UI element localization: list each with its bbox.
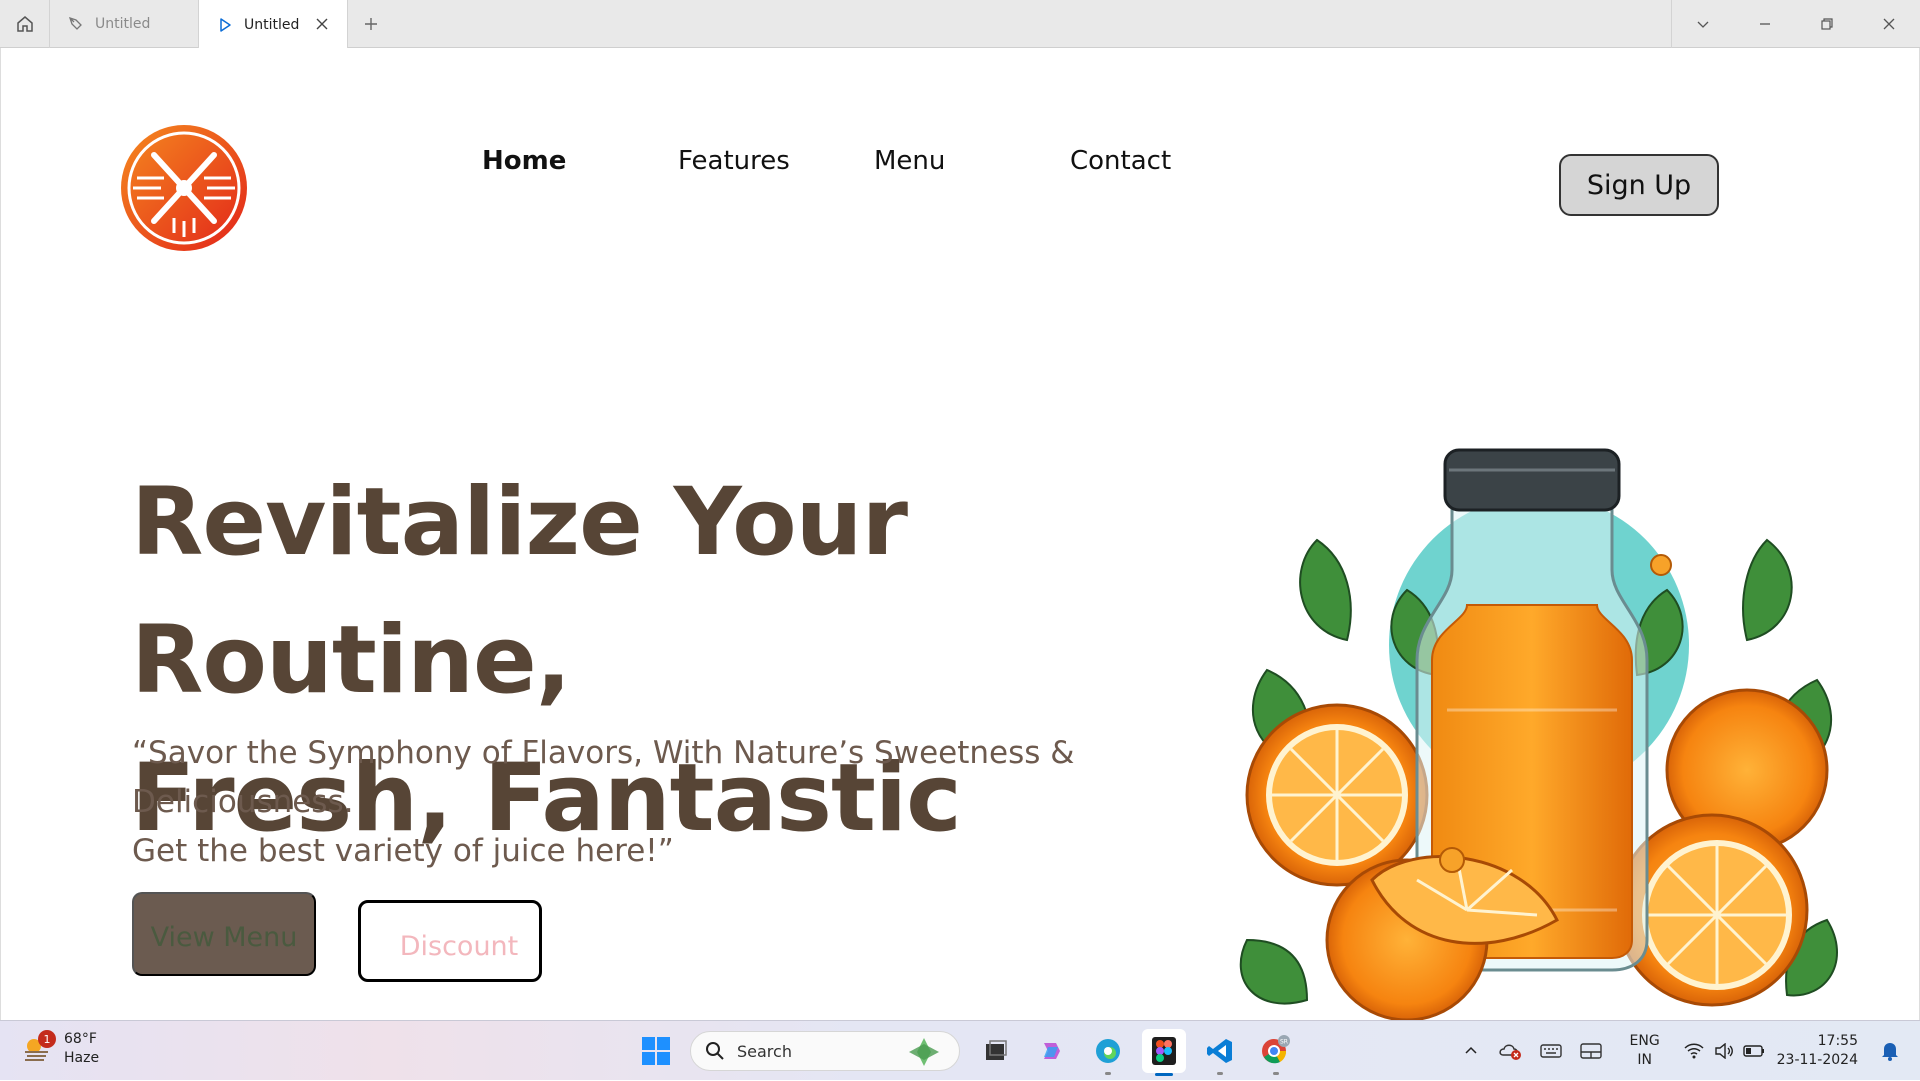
restore-icon[interactable] <box>1796 0 1858 48</box>
region-code: IN <box>1637 1052 1652 1068</box>
nav-home[interactable]: Home <box>482 146 566 176</box>
notification-bell-icon[interactable] <box>1870 1031 1910 1071</box>
close-window-icon[interactable] <box>1858 0 1920 48</box>
nav-features[interactable]: Features <box>678 146 790 176</box>
taskbar-apps: Search SR <box>634 1027 1310 1076</box>
window-controls <box>1671 0 1920 48</box>
edge-browser-icon[interactable] <box>1086 1029 1130 1075</box>
language-code: ENG <box>1629 1033 1660 1049</box>
juice-bottle-illustration <box>1227 440 1857 1020</box>
minimize-icon[interactable] <box>1734 0 1796 48</box>
home-icon[interactable] <box>0 0 50 48</box>
tab-label: Untitled <box>244 16 300 33</box>
new-tab-icon[interactable] <box>360 13 382 35</box>
tab-untitled-2[interactable]: Untitled <box>199 0 348 49</box>
hero-subtitle: “Savor the Symphony of Flavors, With Nat… <box>132 729 1232 876</box>
task-view-icon[interactable] <box>974 1029 1018 1073</box>
search-icon <box>705 1041 725 1061</box>
language-indicator[interactable]: ENG IN <box>1617 1032 1673 1070</box>
weather-haze-icon: 1 <box>22 1030 56 1064</box>
vscode-icon[interactable] <box>1198 1029 1242 1075</box>
tab-untitled-1[interactable]: Untitled <box>50 0 199 48</box>
nav-menu[interactable]: Menu <box>874 146 945 176</box>
close-tab-icon[interactable] <box>313 15 331 33</box>
volume-icon[interactable] <box>1709 1031 1739 1071</box>
play-icon <box>216 16 234 34</box>
view-menu-button[interactable]: View Menu <box>132 892 316 976</box>
weather-temp: 68°F <box>64 1031 97 1047</box>
search-placeholder: Search <box>737 1041 792 1061</box>
discount-button[interactable]: Discount <box>358 900 542 982</box>
windows-start-icon[interactable] <box>634 1029 678 1073</box>
chrome-icon[interactable]: SR <box>1254 1029 1298 1075</box>
taskbar-search-box[interactable]: Search <box>690 1031 960 1071</box>
keyboard-icon[interactable] <box>1531 1031 1571 1071</box>
tablet-icon[interactable] <box>1571 1031 1611 1071</box>
hero-title-line-1: Revitalize Your Routine, <box>131 468 908 715</box>
search-highlight-icon <box>899 1034 949 1074</box>
clock[interactable]: 17:55 23-11-2024 <box>1777 1032 1858 1070</box>
web-page: Home Features Menu Contact Sign Up Revit… <box>0 48 1920 1020</box>
weather-widget[interactable]: 1 68°F Haze <box>22 1030 99 1068</box>
hero-subtitle-line-2: Get the best variety of juice here!” <box>132 833 674 869</box>
clock-date: 23-11-2024 <box>1776 1052 1858 1068</box>
system-tray: ENG IN 17:55 23-11-2024 <box>1451 1021 1920 1081</box>
figma-icon[interactable] <box>1142 1029 1186 1076</box>
hero-subtitle-line-1: “Savor the Symphony of Flavors, With Nat… <box>132 735 1075 820</box>
wifi-icon[interactable] <box>1679 1031 1709 1071</box>
tab-label: Untitled <box>95 16 151 32</box>
brand-logo[interactable] <box>119 123 249 253</box>
copilot-icon[interactable] <box>1030 1029 1074 1073</box>
nav-contact[interactable]: Contact <box>1070 146 1171 176</box>
chevron-down-icon[interactable] <box>1672 0 1734 48</box>
taskbar: 1 68°F Haze Search SR ENG IN 17:55 23-11… <box>0 1020 1920 1080</box>
weather-condition: Haze <box>64 1050 100 1066</box>
sign-up-button[interactable]: Sign Up <box>1559 154 1719 216</box>
pen-tool-icon <box>67 15 85 33</box>
onedrive-error-icon[interactable] <box>1491 1031 1531 1071</box>
browser-tab-bar: Untitled Untitled <box>0 0 1920 49</box>
svg-text:SR: SR <box>1280 1039 1288 1046</box>
clock-time: 17:55 <box>1817 1033 1858 1049</box>
battery-icon[interactable] <box>1739 1031 1769 1071</box>
chevron-up-icon[interactable] <box>1451 1031 1491 1071</box>
weather-badge: 1 <box>38 1030 56 1048</box>
